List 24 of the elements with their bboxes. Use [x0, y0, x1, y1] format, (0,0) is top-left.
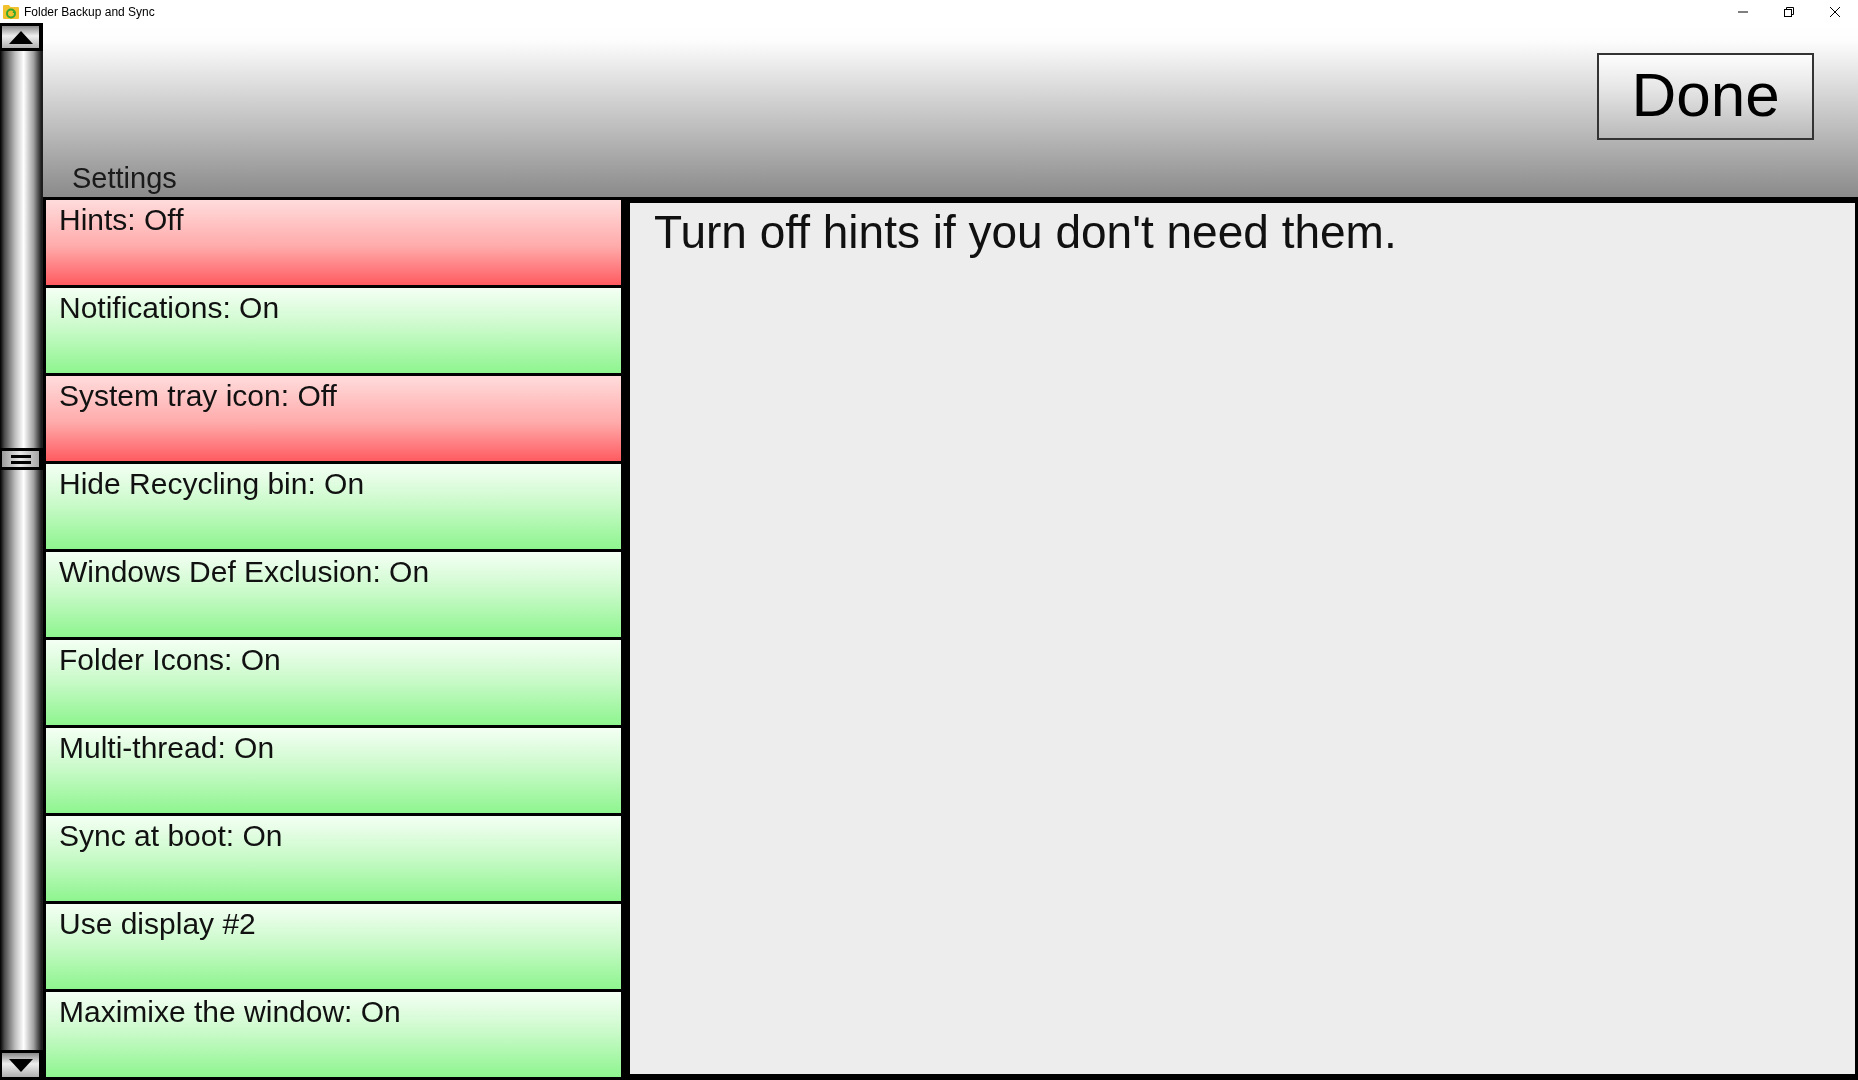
setting-toggle[interactable]: Use display #2: [46, 904, 621, 989]
grip-lines-icon: [10, 454, 31, 464]
setting-toggle[interactable]: Maximixe the window: On: [46, 992, 621, 1077]
close-icon: [1830, 6, 1840, 17]
scrollbar-track[interactable]: [0, 23, 43, 1080]
setting-toggle[interactable]: Windows Def Exclusion: On: [46, 552, 621, 637]
setting-toggle[interactable]: Notifications: On: [46, 288, 621, 373]
section-title: Settings: [72, 161, 177, 196]
scroll-up-button[interactable]: [0, 23, 43, 51]
restore-icon: [1784, 6, 1794, 17]
window-title: Folder Backup and Sync: [24, 5, 155, 18]
done-button[interactable]: Done: [1597, 53, 1814, 140]
setting-toggle[interactable]: Folder Icons: On: [46, 640, 621, 725]
up-triangle-icon: [8, 30, 33, 44]
hint-text: Turn off hints if you don't need them.: [654, 205, 1398, 260]
setting-toggle[interactable]: Hints: Off: [46, 200, 621, 285]
down-triangle-icon: [8, 1058, 33, 1072]
setting-toggle[interactable]: Multi-thread: On: [46, 728, 621, 813]
scroll-down-button[interactable]: [0, 1050, 43, 1080]
scrollbar-thumb[interactable]: [0, 448, 43, 470]
setting-toggle[interactable]: Sync at boot: On: [46, 816, 621, 901]
setting-toggle[interactable]: Hide Recycling bin: On: [46, 464, 621, 549]
folder-icon: [3, 4, 19, 19]
setting-toggle[interactable]: System tray icon: Off: [46, 376, 621, 461]
